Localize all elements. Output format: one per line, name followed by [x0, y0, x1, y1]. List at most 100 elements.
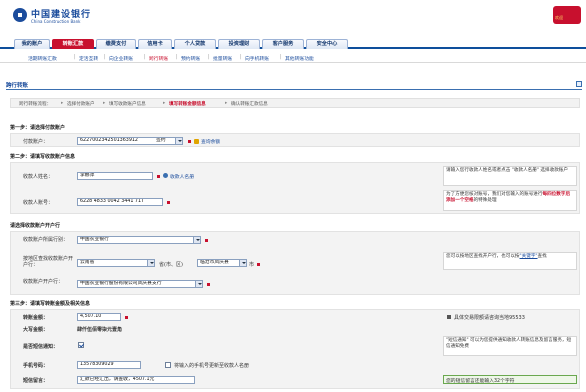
- payer-account-type: 签约: [156, 138, 166, 143]
- province-suffix: 省(市、区): [159, 262, 183, 268]
- subnav-to-enterprise[interactable]: 向企业转账: [109, 55, 133, 62]
- step-3: 填写转账金额信息: [169, 102, 206, 107]
- tab-customer-service[interactable]: 客户服务: [262, 39, 304, 49]
- subnav-separator: |: [144, 55, 146, 60]
- step2-title: 第二步：请填写收款账户信息: [10, 154, 76, 160]
- header: 中国建设银行 China Construction Bank 欢迎: [0, 0, 586, 38]
- subnav-scheduled[interactable]: 预约转账: [181, 55, 200, 62]
- chevron-down-icon: [175, 138, 182, 144]
- bullet-icon: [447, 315, 451, 319]
- subnav-separator: |: [280, 55, 282, 60]
- section-title: 跨行转账: [6, 83, 29, 89]
- branch-select[interactable]: 中国农业银行股份有限公司凤庆县支行: [77, 280, 203, 288]
- subnav-separator: |: [208, 55, 210, 60]
- step-arrow-icon: ▸: [225, 101, 228, 106]
- process-steps: 跨行转账流程： ▸ 选择付款账户 ▸ 填写收款账户信息 ▸ 填写转账金额信息 ▸…: [10, 98, 580, 108]
- bank-panel: 收款账户所属行别： 中国农业银行 按地区查找收款账户开户行： 云南省 省(市、区…: [10, 231, 580, 295]
- payee-list-link[interactable]: 收款人名册: [170, 173, 194, 180]
- step-4: 确认转账汇款信息: [231, 102, 268, 107]
- phone-label: 手机号码：: [23, 363, 49, 369]
- payee-name-input[interactable]: 李娜萍: [77, 172, 153, 180]
- required-marker: [157, 175, 160, 178]
- step-2: 填写收款账户信息: [109, 102, 146, 107]
- subnav-other[interactable]: 其他转账功能: [285, 55, 314, 62]
- capital-amount-value: 肆仟伍佰零柒元壹角: [77, 327, 123, 333]
- query-balance-link[interactable]: 查询余额: [201, 138, 220, 145]
- payee-account-hint: 为了方便您核对账号，我们对您输入的账号进行每四位数字后添加一个空格的特殊处理: [443, 190, 577, 211]
- city-select[interactable]: 临沧市凤庆县: [197, 259, 247, 267]
- subnav-fixed-current[interactable]: 定活互转: [79, 55, 98, 62]
- sms-char-counter: 您的短信留言还能输入32个字符: [443, 375, 577, 384]
- subnav-interbank[interactable]: 跨行转账: [149, 55, 168, 62]
- person-icon: [163, 173, 168, 178]
- step1-panel: 付款账户： 6227002342501363912 签约 查询余额: [10, 133, 580, 147]
- subnav-separator: |: [240, 55, 242, 60]
- payee-account-hint-text-1: 为了方便您核对账号，我们对您输入的账号进行: [446, 192, 543, 197]
- deco-text: 欢迎: [555, 15, 563, 20]
- subnav-current-transfer[interactable]: 活期转账汇款: [28, 55, 57, 62]
- step-arrow-icon: ▸: [61, 101, 64, 106]
- tab-personal-loan[interactable]: 个人贷款: [174, 39, 216, 49]
- region-hint-text-2: 查找: [537, 254, 547, 259]
- sms-hint: "短信通知" 可以为您提供通知收款人转账信息及留言服务，短信通知免费: [443, 336, 577, 356]
- payer-account-value: 6227002342501363912: [80, 138, 138, 143]
- required-marker: [125, 316, 128, 319]
- required-marker: [188, 140, 191, 143]
- tab-security-center[interactable]: 安全中心: [306, 39, 348, 49]
- required-marker: [205, 239, 208, 242]
- step3-panel: 转账金额： 4,507.10 具体交易限额请咨询当地95533 大写金额： 肆仟…: [10, 309, 580, 389]
- amount-input[interactable]: 4,507.10: [77, 313, 121, 321]
- decoration-banner: 欢迎: [553, 6, 581, 24]
- payee-bank-select[interactable]: 中国农业银行: [77, 236, 201, 244]
- city-suffix: 市: [249, 262, 255, 268]
- step-arrow-icon: ▸: [163, 101, 166, 106]
- keyword-search-link[interactable]: "关键字": [520, 254, 538, 259]
- tab-transfer[interactable]: 转账汇款: [52, 39, 94, 49]
- step2-panel: 收款人姓名： 李娜萍 收款人名册 请输入您行收款人姓名或者点击 "收款人名册" …: [10, 162, 580, 214]
- payee-bank-label: 收款账户所属行别：: [23, 237, 69, 243]
- payee-account-input[interactable]: 6228 4833 0042 3441 71T: [77, 198, 163, 206]
- sms-message-input[interactable]: 汇款已经汇出，请查收，4507.1元: [77, 376, 195, 384]
- subnav-to-phone[interactable]: 向手机转账: [245, 55, 269, 62]
- payee-account-label: 收款人账号：: [23, 200, 54, 206]
- sms-hint-text: "短信通知" 可以为您提供通知收款人转账信息及留言服务，短信通知免费: [446, 338, 572, 349]
- tab-my-account[interactable]: 我的账户: [14, 39, 50, 49]
- tab-investment[interactable]: 投资理财: [218, 39, 260, 49]
- phone-input[interactable]: 13578309029: [77, 361, 141, 369]
- bank-name-en: China Construction Bank: [31, 19, 81, 24]
- amount-label: 转账金额：: [23, 315, 49, 321]
- province-value: 云南省: [80, 260, 95, 265]
- subnav-separator: |: [176, 55, 178, 60]
- subnav-separator: |: [74, 55, 76, 60]
- sms-message-label: 短信留言：: [23, 378, 49, 384]
- payee-bank-value: 中国农业银行: [80, 237, 109, 242]
- update-phone-label: 将输入的手机号更新至收款人名册: [174, 363, 250, 369]
- required-marker: [207, 283, 210, 286]
- tab-credit-card[interactable]: 信用卡: [138, 39, 172, 49]
- update-phone-checkbox[interactable]: [165, 362, 171, 368]
- tab-payment[interactable]: 缴费支付: [96, 39, 136, 49]
- chevron-down-icon: [239, 260, 246, 266]
- city-value: 临沧市凤庆县: [200, 260, 229, 265]
- payee-name-hint: 请输入您行收款人姓名或者点击 "收款人名册" 选择收款账户: [443, 166, 577, 186]
- main-tabs: 我的账户 转账汇款 缴费支付 信用卡 个人贷款 投资理财 客户服务 安全中心: [0, 38, 586, 49]
- payer-account-label: 付款账户：: [23, 139, 49, 145]
- required-marker: [257, 263, 260, 266]
- step-1: 选择付款账户: [67, 102, 95, 107]
- sms-notify-checkbox[interactable]: [78, 342, 84, 348]
- payee-account-hint-text-2: 的特殊处理: [473, 198, 497, 203]
- subnav-batch[interactable]: 批量转账: [213, 55, 232, 62]
- help-icon[interactable]: [576, 81, 582, 87]
- subnav-separator: |: [104, 55, 106, 60]
- region-hint: 您可以按地区查找开户行，也可以按"关键字"查找: [443, 252, 577, 270]
- step3-title: 第三步：请填写转账金额及相关信息: [10, 301, 91, 307]
- ccb-logo-icon: [13, 8, 27, 22]
- payer-account-select[interactable]: 6227002342501363912 签约: [77, 137, 183, 145]
- step-arrow-icon: ▸: [103, 101, 106, 106]
- chevron-down-icon: [147, 260, 154, 266]
- chevron-down-icon: [193, 237, 200, 243]
- required-marker: [167, 201, 170, 204]
- region-hint-text-1: 您可以按地区查找开户行，也可以按: [446, 254, 520, 259]
- branch-label: 收款账户开户行：: [23, 279, 64, 285]
- province-select[interactable]: 云南省: [77, 259, 155, 267]
